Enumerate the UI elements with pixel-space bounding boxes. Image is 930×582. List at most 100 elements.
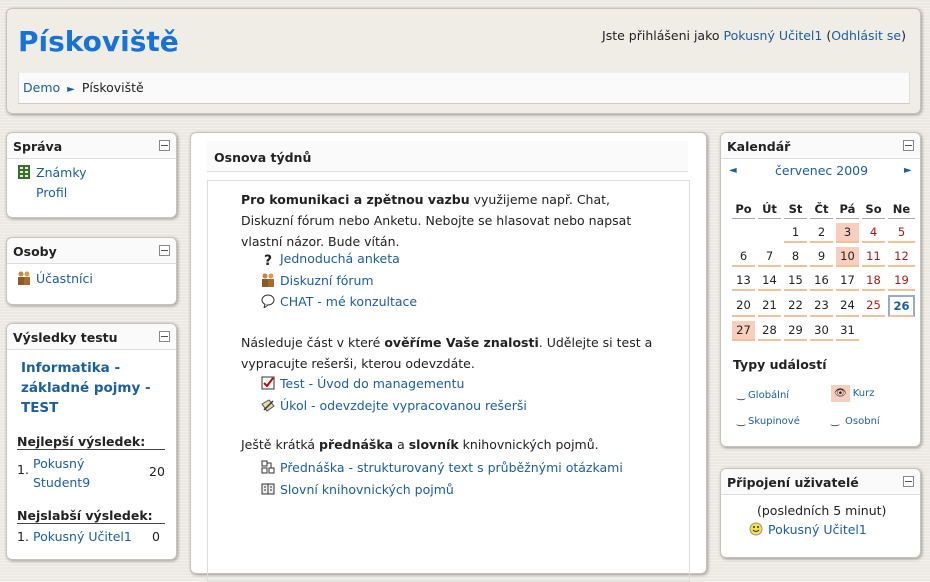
summary-bold: Pro komunikaci a zpětnou vazbu: [241, 192, 470, 207]
calendar-day[interactable]: 21: [758, 295, 781, 317]
people-icon: [17, 271, 31, 285]
user-profile-link[interactable]: Pokusný Učitel1: [724, 28, 823, 43]
calendar-month[interactable]: červenec 2009: [775, 163, 868, 178]
calendar-day[interactable]: 26: [888, 295, 915, 317]
weekday-header: So: [862, 200, 885, 219]
grades-label[interactable]: Známky: [36, 165, 87, 180]
calendar-day[interactable]: 6: [732, 247, 755, 267]
activity-link[interactable]: Přednáška - strukturovaný text s průběžn…: [280, 460, 623, 475]
calendar-day[interactable]: 10: [836, 247, 859, 267]
event-type-course[interactable]: 👁 Kurz: [831, 385, 874, 402]
activity-lesson[interactable]: Přednáška - strukturovaný text s průběžn…: [261, 460, 623, 475]
calendar-day[interactable]: 8: [784, 247, 807, 267]
glossary-icon: [261, 482, 275, 496]
calendar-day[interactable]: 5: [888, 223, 915, 243]
calendar-day[interactable]: 13: [732, 271, 755, 291]
best-heading: Nejlepší výsledek:: [17, 434, 165, 450]
calendar-day[interactable]: 28: [758, 321, 781, 341]
next-month-icon[interactable]: ►: [904, 165, 912, 176]
calendar-day[interactable]: 23: [810, 295, 833, 317]
profile-link[interactable]: Profil: [17, 185, 67, 200]
activity-choice[interactable]: ? Jednoduchá anketa: [261, 251, 400, 268]
calendar-day[interactable]: 19: [888, 271, 915, 291]
forum-icon: [261, 273, 275, 287]
collapse-icon[interactable]: [159, 331, 170, 342]
activity-link[interactable]: Úkol - odevzdejte vypracovanou rešerši: [280, 398, 527, 413]
calendar-empty: [758, 223, 781, 243]
event-type-label[interactable]: Osobní: [845, 416, 880, 427]
profile-label[interactable]: Profil: [36, 185, 67, 200]
worst-student-link[interactable]: Pokusný Učitel1: [33, 529, 132, 544]
online-user-link[interactable]: Pokusný Učitel1: [768, 522, 867, 537]
event-type-user[interactable]: ‿ Osobní: [831, 416, 880, 427]
event-type-group[interactable]: ‿ Skupinové: [737, 416, 800, 427]
activity-link[interactable]: Diskuzní fórum: [280, 273, 374, 288]
collapse-icon[interactable]: [903, 476, 914, 487]
login-prefix: Jste přihlášeni jako: [602, 28, 724, 43]
smiley-icon: [749, 522, 763, 536]
calendar-day[interactable]: 2: [810, 223, 833, 243]
collapse-icon[interactable]: [159, 140, 170, 151]
summary-bold: přednáška: [319, 437, 394, 452]
event-type-global[interactable]: ‿ Globální: [737, 390, 789, 401]
calendar-day[interactable]: 22: [784, 295, 807, 317]
calendar-day[interactable]: 17: [836, 271, 859, 291]
quiz-name-link[interactable]: Informatika - základné pojmy - TEST: [21, 358, 161, 418]
summary-text: Následuje část v které: [241, 335, 385, 350]
calendar-day[interactable]: 1: [784, 223, 807, 243]
activity-link[interactable]: Test - Úvod do managementu: [280, 376, 464, 391]
navbar: Demo ► Pískoviště: [18, 71, 910, 104]
block-title: Kalendář: [727, 139, 791, 154]
summary-text: knihovnických pojmů.: [458, 437, 599, 452]
calendar-day[interactable]: 25: [862, 295, 885, 317]
collapse-icon[interactable]: [159, 245, 170, 256]
calendar-day[interactable]: 31: [836, 321, 859, 341]
global-icon: ‿: [737, 390, 746, 401]
activity-quiz[interactable]: Test - Úvod do managementu: [261, 376, 464, 391]
activity-assignment[interactable]: Úkol - odevzdejte vypracovanou rešerši: [261, 398, 527, 413]
block-header: Připojení uživatelé: [721, 469, 920, 495]
calendar-day[interactable]: 16: [810, 271, 833, 291]
calendar-day[interactable]: 4: [862, 223, 885, 243]
activity-chat[interactable]: CHAT - mé konzultace: [261, 294, 417, 310]
page-header: Pískoviště Jste přihlášeni jako Pokusný …: [6, 8, 921, 114]
block-header: Kalendář: [721, 133, 920, 159]
calendar-day[interactable]: 15: [784, 271, 807, 291]
calendar-empty: [732, 223, 755, 243]
weekday-header: Po: [732, 200, 755, 219]
logout-link[interactable]: Odhlásit se: [831, 28, 901, 43]
activity-link[interactable]: Slovní knihovnických pojmů: [280, 482, 454, 497]
online-user[interactable]: Pokusný Učitel1: [749, 522, 867, 537]
participants-link[interactable]: Účastníci: [17, 271, 93, 286]
activity-forum[interactable]: Diskuzní fórum: [261, 273, 374, 288]
site-title: Pískoviště: [18, 25, 179, 58]
calendar-day[interactable]: 14: [758, 271, 781, 291]
calendar-day[interactable]: 20: [732, 295, 755, 317]
quiz-icon: [261, 376, 275, 390]
calendar-day[interactable]: 18: [862, 271, 885, 291]
participants-label[interactable]: Účastníci: [36, 271, 93, 286]
block-title: Výsledky testu: [13, 330, 118, 345]
question-icon: ?: [263, 253, 273, 269]
calendar-day[interactable]: 24: [836, 295, 859, 317]
event-type-label[interactable]: Skupinové: [748, 416, 800, 427]
activity-link[interactable]: CHAT - mé konzultace: [280, 294, 417, 309]
calendar-day[interactable]: 3: [836, 223, 859, 243]
calendar-day[interactable]: 12: [888, 247, 915, 267]
grades-link[interactable]: Známky: [17, 165, 87, 180]
calendar-day[interactable]: 11: [862, 247, 885, 267]
best-student-link[interactable]: Pokusný Student9: [33, 454, 113, 492]
activity-glossary[interactable]: Slovní knihovnických pojmů: [261, 482, 454, 497]
activity-link[interactable]: Jednoduchá anketa: [280, 251, 400, 266]
calendar-day[interactable]: 30: [810, 321, 833, 341]
collapse-icon[interactable]: [903, 140, 914, 151]
calendar-day[interactable]: 9: [810, 247, 833, 267]
calendar-day[interactable]: 29: [784, 321, 807, 341]
calendar-day[interactable]: 7: [758, 247, 781, 267]
prev-month-icon[interactable]: ◄: [729, 165, 737, 176]
calendar-day[interactable]: 27: [732, 321, 755, 341]
paren-open: (: [822, 28, 832, 43]
breadcrumb-home[interactable]: Demo: [23, 80, 60, 95]
event-type-label[interactable]: Kurz: [853, 388, 875, 399]
event-type-label[interactable]: Globální: [748, 390, 789, 401]
